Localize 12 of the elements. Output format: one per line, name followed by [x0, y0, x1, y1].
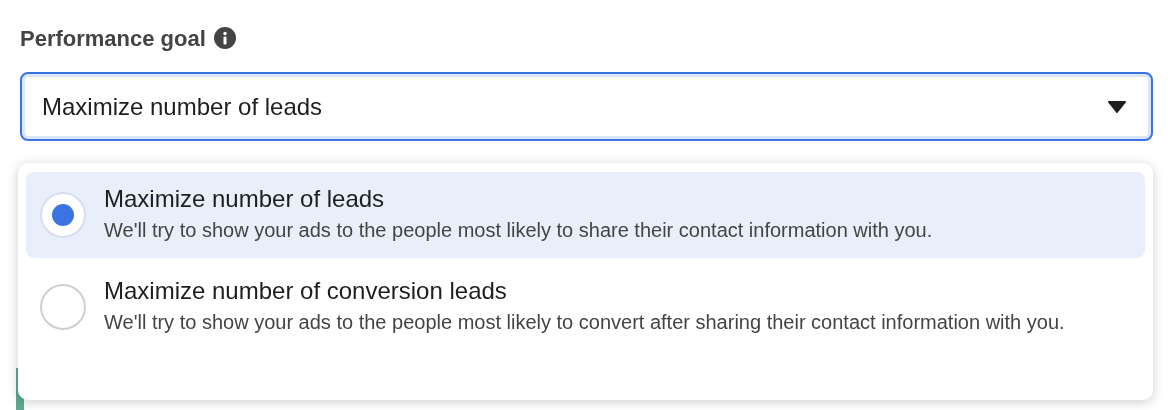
- dropdown-option[interactable]: Maximize number of leads We'll try to show your ads to the people most likely to share their contact information with you.: [26, 172, 1145, 258]
- caret-icon: [1107, 100, 1127, 113]
- radio-button[interactable]: [40, 284, 86, 330]
- dropdown-option[interactable]: Maximize number of conversion leads We'll try to show your ads to the people most likely to convert after sharing their contact information with you.: [26, 264, 1145, 350]
- option-description: We'll try to show your ads to the people most likely to convert after sharing their contact information with you.: [104, 310, 1065, 335]
- option-title: Maximize number of leads: [104, 184, 386, 214]
- option-title: Maximize number of conversion leads: [104, 276, 508, 306]
- info-icon[interactable]: [213, 27, 236, 49]
- radio-button[interactable]: [40, 192, 86, 238]
- option-description: We'll try to show your ads to the people most likely to share their contact information with you.: [104, 218, 933, 243]
- field-label: Performance goal: [20, 24, 206, 53]
- select-field[interactable]: Maximize number of leads: [20, 72, 1153, 141]
